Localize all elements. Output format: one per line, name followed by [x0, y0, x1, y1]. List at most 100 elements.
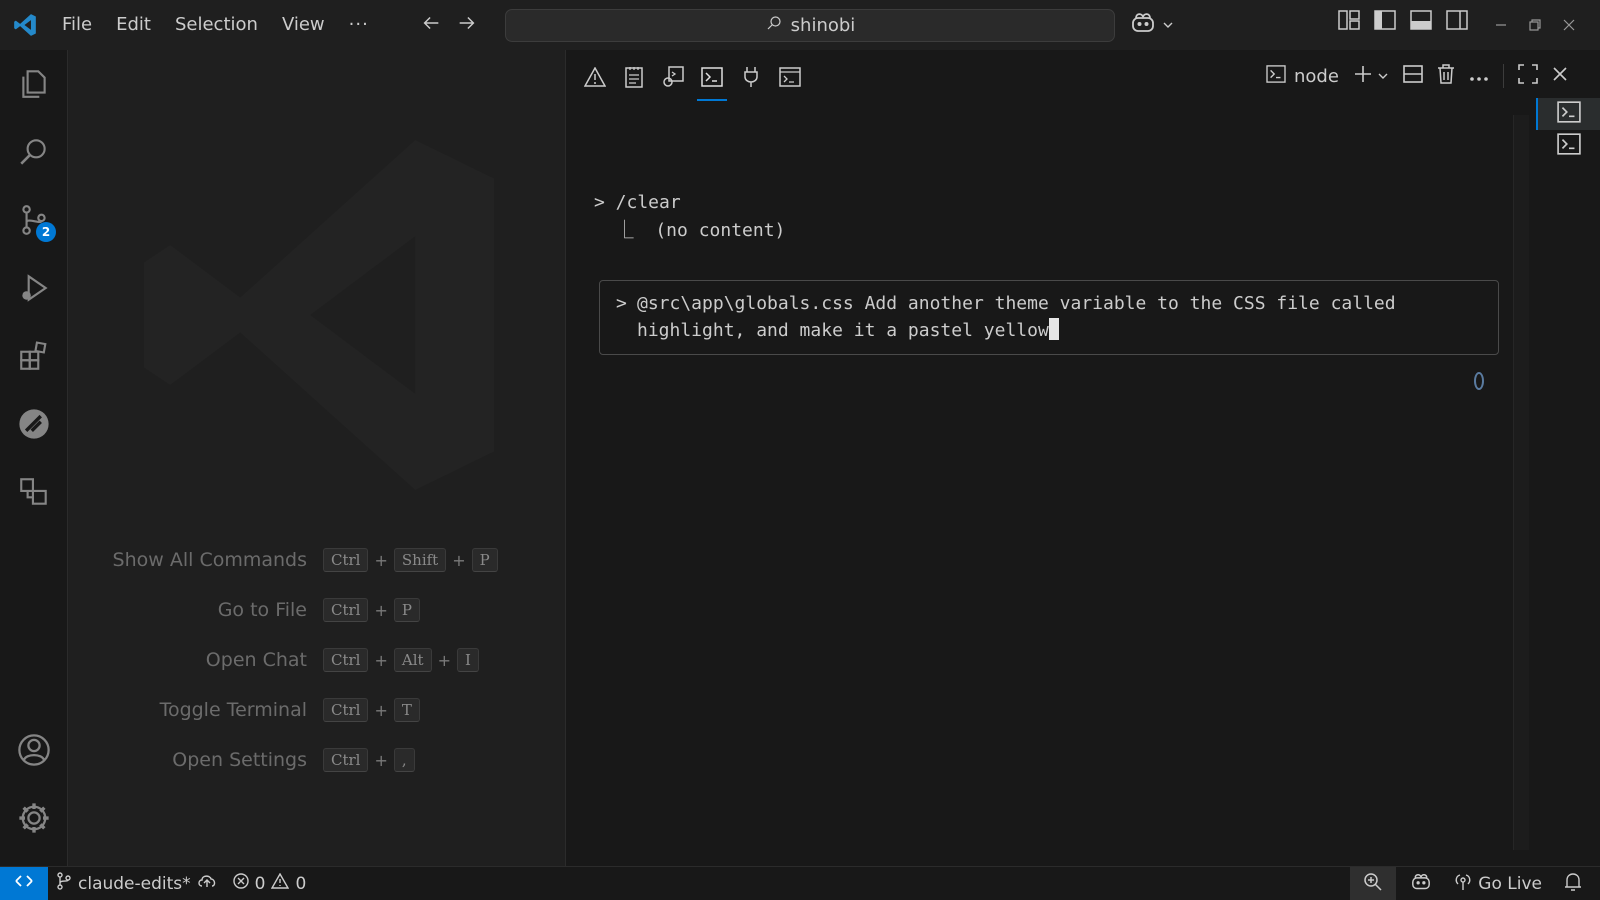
- window-terminal-icon[interactable]: [779, 64, 801, 90]
- run-debug-icon[interactable]: [14, 268, 54, 308]
- command-center-text: shinobi: [790, 15, 856, 36]
- menu-edit[interactable]: Edit: [104, 0, 163, 50]
- keycap: T: [393, 698, 420, 722]
- copilot-menu-button[interactable]: [1130, 10, 1174, 40]
- terminal-icon: [1556, 133, 1581, 159]
- menu-selection[interactable]: Selection: [163, 0, 270, 50]
- keycap: Shift: [393, 548, 447, 572]
- terminal-tab-1[interactable]: [1536, 98, 1600, 130]
- restore-icon[interactable]: [1529, 16, 1541, 35]
- shortcut-label: Show All Commands: [112, 549, 307, 571]
- text-cursor: [1048, 318, 1059, 340]
- shortcut-row: Go to File Ctrl + P: [69, 595, 420, 625]
- shortcut-keys: Ctrl + T: [323, 698, 420, 722]
- remote-explorer-icon[interactable]: [14, 404, 54, 444]
- vscode-watermark-icon: [109, 105, 529, 529]
- keycap: Ctrl: [323, 648, 369, 672]
- claude-input-box[interactable]: > @src\app\globals.css Add another theme…: [599, 280, 1499, 355]
- problems-status[interactable]: 0 0: [225, 867, 315, 900]
- more-actions-icon[interactable]: [1469, 67, 1489, 86]
- branch-name: claude-edits*: [78, 873, 191, 894]
- notifications-button[interactable]: [1550, 867, 1600, 900]
- plug-icon[interactable]: [740, 64, 762, 90]
- terminal-launch-profile[interactable]: node: [1266, 64, 1339, 88]
- close-panel-icon[interactable]: [1552, 66, 1568, 86]
- debug-console-icon[interactable]: [662, 64, 684, 90]
- cloud-upload-icon[interactable]: [197, 873, 217, 894]
- source-control-badge: 2: [36, 222, 56, 242]
- terminal-icon[interactable]: [697, 64, 727, 101]
- copilot-icon: [1410, 873, 1432, 896]
- key-plus: +: [374, 750, 388, 770]
- zoom-button[interactable]: [1350, 867, 1397, 900]
- keycap: ,: [393, 748, 415, 772]
- shortcut-row: Open Chat Ctrl + Alt + I: [69, 645, 479, 675]
- copilot-status[interactable]: [1396, 867, 1446, 900]
- gear-icon[interactable]: [14, 798, 54, 838]
- search-icon: [765, 14, 783, 37]
- remote-indicator-button[interactable]: [0, 866, 48, 900]
- shortcut-label: Open Chat: [205, 649, 307, 671]
- split-terminal-icon[interactable]: [1403, 64, 1423, 88]
- maximize-panel-icon[interactable]: [1518, 64, 1538, 88]
- trash-icon[interactable]: [1437, 64, 1455, 88]
- terminal-tab-2[interactable]: [1536, 130, 1600, 162]
- warning-count: 0: [295, 873, 307, 894]
- plus-icon: [1353, 64, 1373, 88]
- warning-icon: [271, 872, 290, 894]
- go-live-button[interactable]: Go Live: [1446, 867, 1550, 900]
- shortcut-label: Go to File: [217, 599, 307, 621]
- terminal-icon: [1556, 101, 1581, 127]
- shapes-icon[interactable]: [14, 472, 54, 512]
- terminal-line-clear: > /clear: [594, 192, 681, 213]
- terminal-name: node: [1294, 65, 1339, 87]
- menu-view[interactable]: View: [270, 0, 337, 50]
- menu-more[interactable]: ···: [337, 0, 381, 50]
- files-icon[interactable]: [14, 64, 54, 104]
- branch-status[interactable]: claude-edits*: [48, 867, 225, 900]
- status-bar: claude-edits* 0 0 Go Live: [0, 866, 1600, 900]
- shortcut-keys: Ctrl +,: [323, 748, 415, 772]
- warning-icon[interactable]: [584, 64, 606, 90]
- toggle-secondary-sidebar-icon[interactable]: [1446, 10, 1468, 34]
- keycap: Ctrl: [323, 748, 369, 772]
- new-terminal-button[interactable]: [1353, 64, 1389, 88]
- command-center-search[interactable]: shinobi: [505, 9, 1115, 42]
- customize-layout-icon[interactable]: [1338, 10, 1360, 34]
- terminal-scrollbar[interactable]: [1513, 115, 1529, 850]
- terminal-line-no-content: ⎿ (no content): [594, 220, 786, 241]
- loading-spinner-icon: [1474, 372, 1484, 390]
- shortcut-keys: Ctrl + Shift + P: [323, 548, 498, 572]
- arrow-left-icon[interactable]: [420, 12, 442, 38]
- editor-area[interactable]: Show All Commands Ctrl + Shift + P Go to File C…: [69, 50, 565, 866]
- activity-bar: 2: [0, 50, 68, 866]
- search-icon[interactable]: [14, 132, 54, 172]
- keycap: Alt: [393, 648, 432, 672]
- toggle-panel-icon[interactable]: [1410, 10, 1432, 34]
- account-icon[interactable]: [14, 730, 54, 770]
- shortcut-row: Toggle Terminal Ctrl + T: [69, 695, 420, 725]
- shortcut-row: Open Settings Ctrl +,: [69, 745, 415, 775]
- zoom-in-icon: [1363, 872, 1383, 897]
- keycap: P: [471, 548, 498, 572]
- arrow-right-icon[interactable]: [456, 12, 478, 38]
- output-icon[interactable]: [623, 64, 645, 90]
- terminal-output[interactable]: > /clear ⎿ (no content) > @src\app\globa…: [566, 140, 1503, 860]
- key-plus: +: [374, 600, 388, 620]
- menu-file[interactable]: File: [50, 0, 104, 50]
- toggle-primary-sidebar-icon[interactable]: [1374, 10, 1396, 34]
- terminal-panel: node > /clear ⎿ (no content) > @src\app\…: [565, 50, 1600, 866]
- chevron-down-icon: [1162, 16, 1174, 35]
- source-control-icon[interactable]: 2: [14, 200, 56, 242]
- remote-icon: [14, 872, 34, 895]
- keycap: Ctrl: [323, 698, 369, 722]
- extensions-icon[interactable]: [14, 336, 54, 376]
- keycap: P: [393, 598, 420, 622]
- broadcast-icon: [1454, 873, 1472, 896]
- terminal-tabs-list: [1536, 98, 1600, 162]
- shortcut-label: Open Settings: [172, 749, 307, 771]
- minimize-icon[interactable]: [1495, 16, 1507, 35]
- key-plus: +: [452, 550, 466, 570]
- close-icon[interactable]: [1563, 16, 1575, 35]
- prompt-marker: >: [616, 293, 627, 314]
